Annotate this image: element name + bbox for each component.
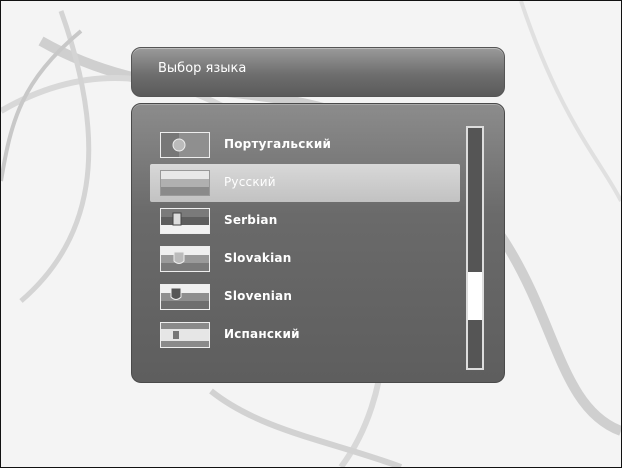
language-label: Slovenian <box>224 289 293 303</box>
language-item-portuguese[interactable]: Португальский <box>152 126 460 164</box>
language-label: Португальский <box>224 137 332 151</box>
language-label: Русский <box>224 175 276 189</box>
spain-flag-icon <box>160 322 210 348</box>
dialog-title: Выбор языка <box>158 61 247 76</box>
language-item-russian[interactable]: Русский <box>150 164 460 202</box>
portugal-flag-icon <box>160 132 210 158</box>
language-item-slovakian[interactable]: Slovakian <box>152 240 460 278</box>
slovakia-flag-icon <box>160 246 210 272</box>
language-item-spanish[interactable]: Испанский <box>152 316 460 354</box>
dialog-title-bar: Выбор языка <box>131 47 505 97</box>
serbia-flag-icon <box>160 208 210 234</box>
language-item-slovenian[interactable]: Slovenian <box>152 278 460 316</box>
language-list-panel: Португальский Русский Serbian Slovakian … <box>131 103 505 383</box>
russia-flag-icon <box>160 170 210 196</box>
language-label: Slovakian <box>224 251 292 265</box>
language-label: Испанский <box>224 327 300 341</box>
scrollbar-thumb[interactable] <box>468 272 482 320</box>
language-item-serbian[interactable]: Serbian <box>152 202 460 240</box>
language-label: Serbian <box>224 213 278 227</box>
language-list-scrollbar[interactable] <box>466 126 484 370</box>
slovenia-flag-icon <box>160 284 210 310</box>
language-selection-screen: Выбор языка Португальский Русский Serbia… <box>0 0 622 468</box>
